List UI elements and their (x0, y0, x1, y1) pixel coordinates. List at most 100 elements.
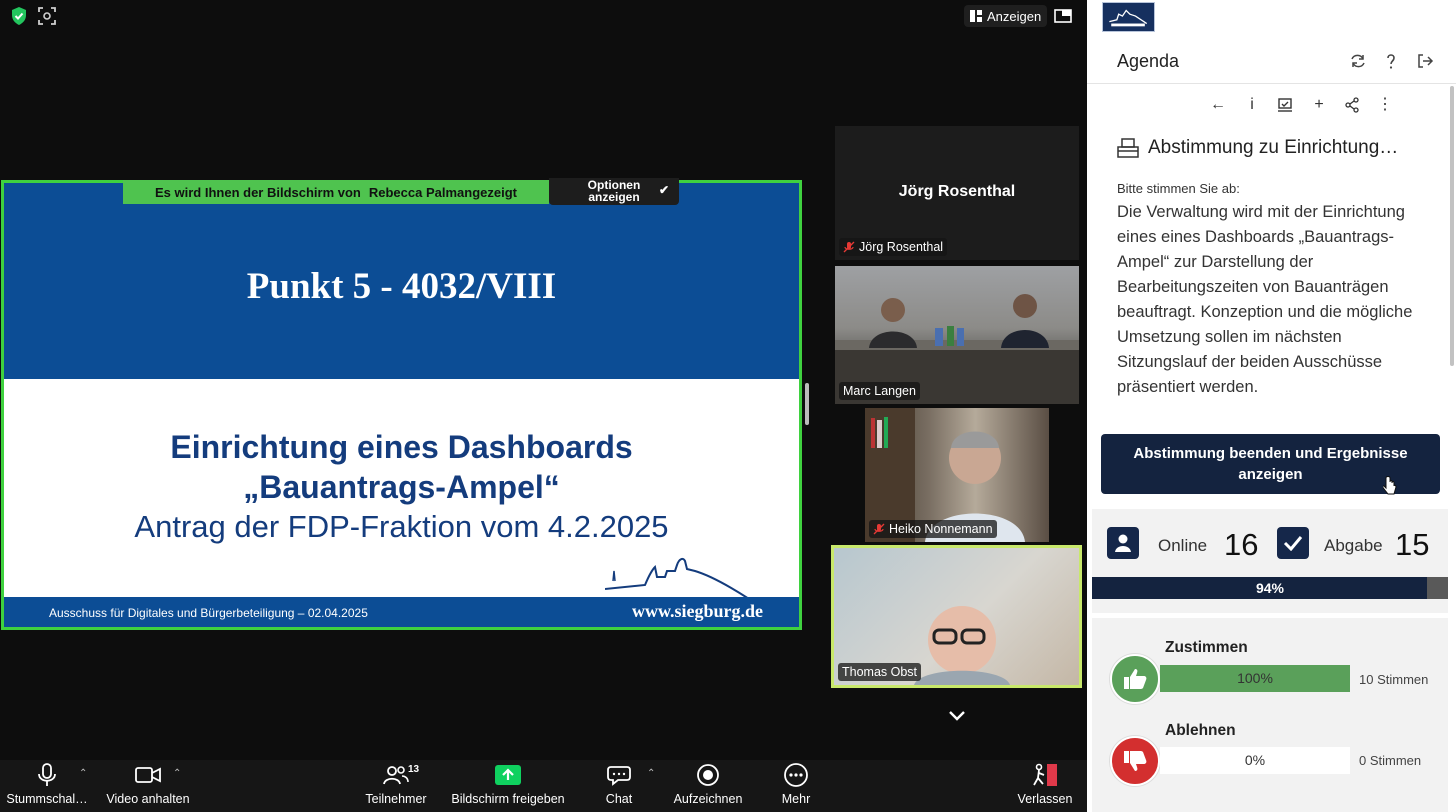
caret-up-icon[interactable]: ⌃ (647, 768, 655, 779)
video-label: Video anhalten (106, 792, 190, 806)
option-votes: 0 Stimmen (1359, 753, 1422, 768)
slide-title: Punkt 5 - 4032/VIII (246, 266, 557, 307)
participant-name: Marc Langen (843, 384, 916, 398)
slide-subheading: Antrag der FDP-Fraktion vom 4.2.2025 (134, 509, 669, 544)
device-check-icon[interactable] (1276, 96, 1294, 114)
vote-prompt: Bitte stimmen Sie ab: (1117, 181, 1240, 196)
siegburg-logo (1102, 2, 1155, 32)
participant-name-tag: Marc Langen (839, 382, 920, 400)
meeting-toolbar: Stummschal… ⌃ Video anhalten ⌃ Teilnehme (0, 760, 1087, 812)
record-label: Aufzeichnen (673, 792, 743, 806)
participant-name: Jörg Rosenthal (859, 240, 944, 254)
participation-progress-bar: 94% (1092, 577, 1448, 599)
participant-name: Thomas Obst (842, 665, 918, 679)
submitted-label: Abgabe (1324, 536, 1383, 555)
mic-muted-icon (843, 241, 855, 253)
mic-muted-icon (873, 523, 885, 535)
more-vertical-icon[interactable]: ⋮ (1376, 96, 1394, 114)
participant-tile[interactable]: Marc Langen (835, 266, 1079, 404)
view-label: Anzeigen (987, 8, 1042, 24)
option-percent: 0% (1244, 752, 1266, 768)
chat-icon (607, 766, 631, 786)
app-window: Anzeigen Punkt 5 - 4032/VIII Einrichtung… (0, 0, 1456, 812)
share-screen-button[interactable]: Bildschirm freigeben (448, 760, 568, 812)
vote-title-row: Abstimmung zu Einrichtung… (1117, 137, 1398, 159)
refresh-icon[interactable] (1349, 52, 1367, 70)
back-arrow-icon[interactable]: ← (1209, 96, 1227, 114)
participant-tile[interactable]: Heiko Nonnemann (865, 408, 1049, 542)
panel-title: Agenda (1117, 51, 1180, 71)
more-label: Mehr (781, 792, 811, 806)
option-result-bar: 100% (1160, 665, 1350, 692)
chevron-down-icon[interactable] (946, 706, 968, 726)
mute-button[interactable]: Stummschal… (6, 760, 88, 812)
add-icon[interactable]: + (1310, 96, 1328, 114)
caret-up-icon[interactable]: ⌃ (173, 768, 181, 779)
chat-button[interactable]: Chat (600, 760, 638, 812)
grid-icon (970, 10, 982, 22)
leave-button[interactable]: Verlassen (1014, 760, 1076, 812)
logout-icon[interactable] (1416, 52, 1434, 70)
more-icon (784, 763, 808, 787)
thumbs-down-icon[interactable] (1110, 736, 1160, 786)
submitted-count: 15 (1395, 527, 1430, 562)
slide-footer-committee: Ausschuss für Digitales und Bürgerbeteil… (49, 606, 368, 620)
participants-count-badge: 13 (408, 764, 420, 775)
mouse-cursor-icon (1383, 476, 1397, 495)
checkbox-check-icon (1277, 527, 1309, 559)
ballot-box-icon (1117, 138, 1139, 158)
leave-door-icon (1033, 763, 1057, 786)
help-icon[interactable] (1382, 52, 1400, 70)
shared-screen: Punkt 5 - 4032/VIII Einrichtung eines Da… (1, 180, 802, 630)
chevron-down-icon: ✔ (658, 183, 669, 197)
more-button[interactable]: Mehr (778, 760, 814, 812)
option-votes: 10 Stimmen (1359, 672, 1429, 687)
option-percent: 100% (1237, 670, 1273, 686)
vote-description: Die Verwaltung wird mit der Einrichtung … (1117, 203, 1413, 396)
participant-tile[interactable]: Jörg Rosenthal Jörg Rosenthal (835, 126, 1079, 260)
share-banner-prefix: Es wird Ihnen der Bildschirm von (155, 184, 361, 200)
share-screen-label: Bildschirm freigeben (451, 792, 565, 806)
caret-up-icon[interactable]: ⌃ (79, 768, 87, 779)
focus-icon[interactable] (36, 5, 58, 27)
vote-stats: Online 16 Abgabe 15 94% (1092, 509, 1448, 613)
slide-footer-url: www.siegburg.de (631, 601, 763, 621)
user-icon (1107, 527, 1139, 559)
view-options-label: Optionen anzeigen (587, 178, 641, 204)
option-name: Ablehnen (1165, 722, 1236, 739)
online-count: 16 (1224, 527, 1259, 562)
fullscreen-icon[interactable] (1052, 5, 1074, 27)
vote-title: Abstimmung zu Einrichtung… (1148, 137, 1399, 158)
shield-check-icon[interactable] (8, 5, 30, 27)
participants-button[interactable]: Teilnehmer (362, 760, 430, 812)
slide-heading-line2: „Bauantrags-Ampel“ (243, 469, 560, 505)
agenda-panel: Agenda ← i + ⋮ Abstimmung zu Einrichtung… (1087, 0, 1456, 812)
mute-label: Stummschal… (6, 792, 88, 806)
video-camera-icon (135, 767, 161, 783)
participant-tile-active-speaker[interactable]: Thomas Obst (831, 545, 1082, 688)
option-name: Zustimmen (1165, 639, 1248, 656)
participant-display-name: Jörg Rosenthal (898, 183, 1016, 200)
record-button[interactable]: Aufzeichnen (670, 760, 746, 812)
share-icon[interactable] (1343, 96, 1361, 114)
participation-progress-label: 94% (1255, 580, 1285, 596)
participant-name-tag: Jörg Rosenthal (839, 238, 948, 256)
slide-heading-line1: Einrichtung eines Dashboards (170, 429, 633, 465)
record-icon (697, 764, 719, 786)
thumbs-up-icon[interactable] (1110, 654, 1160, 704)
participant-name-tag: Heiko Nonnemann (869, 520, 997, 538)
split-resize-handle[interactable] (805, 383, 809, 425)
leave-label: Verlassen (1017, 792, 1073, 806)
agenda-header: Agenda (1087, 0, 1456, 84)
participants-icon (383, 766, 409, 785)
share-screen-icon (495, 765, 521, 785)
view-button[interactable]: Anzeigen (964, 5, 1048, 27)
participants-label: Teilnehmer (365, 792, 427, 806)
vote-results: Zustimmen 100% 10 Stimmen Ablehnen 0% 0 … (1092, 618, 1448, 812)
info-icon[interactable]: i (1243, 96, 1261, 114)
chat-label: Chat (605, 792, 633, 806)
meeting-area: Anzeigen Punkt 5 - 4032/VIII Einrichtung… (0, 0, 1087, 812)
microphone-icon (38, 763, 56, 786)
panel-scrollbar[interactable] (1450, 86, 1454, 366)
view-options-button[interactable]: Optionen anzeigen ✔ (549, 178, 679, 205)
